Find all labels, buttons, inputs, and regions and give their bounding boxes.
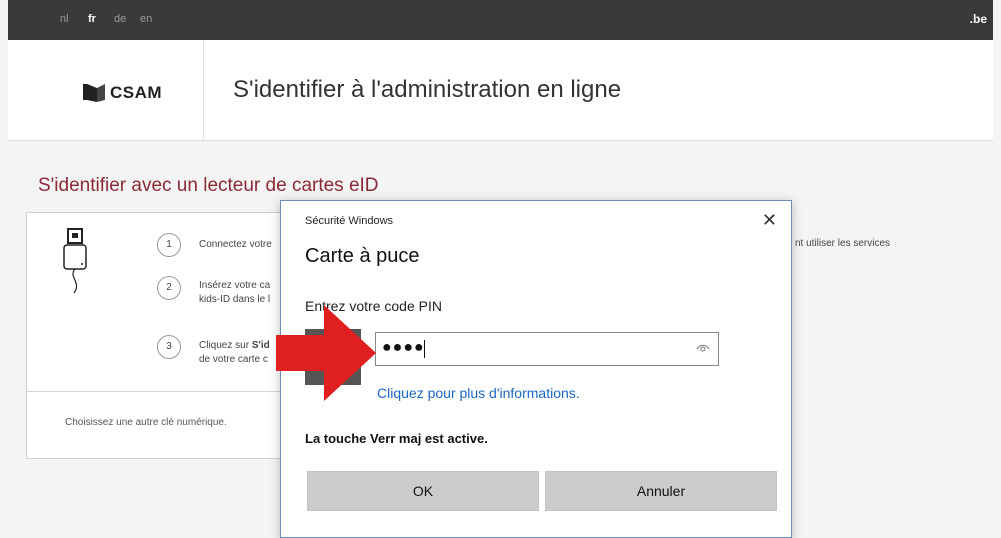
- page-header: CSAM S'identifier à l'administration en …: [8, 40, 993, 141]
- pin-input[interactable]: ●●●●: [375, 332, 719, 366]
- section-title: S'identifier avec un lecteur de cartes e…: [38, 175, 379, 196]
- dialog-caption: Sécurité Windows: [305, 215, 394, 227]
- card-divider: [27, 391, 312, 392]
- pin-masked-value: ●●●●: [382, 339, 425, 356]
- lang-fr[interactable]: fr: [88, 13, 96, 25]
- page-title: S'identifier à l'administration en ligne: [233, 76, 622, 103]
- step-3-text-line1: Cliquez sur S'id: [199, 339, 270, 353]
- lang-de[interactable]: de: [114, 13, 126, 25]
- card-reader-icon: [63, 228, 87, 294]
- step-2-text-line1: Insérez votre ca: [199, 280, 271, 291]
- cancel-button[interactable]: Annuler: [545, 471, 777, 511]
- logo-area[interactable]: CSAM: [8, 40, 204, 140]
- step-3-text-plain: Cliquez sur: [199, 340, 252, 351]
- dialog-title: Carte à puce: [305, 245, 420, 267]
- ok-button[interactable]: OK: [307, 471, 539, 511]
- eid-steps-card: 1 Connectez votre 2 Insérez votre ca kid…: [26, 212, 313, 459]
- more-info-link[interactable]: Cliquez pour plus d'informations.: [377, 385, 580, 401]
- text-caret: [424, 340, 425, 358]
- lang-nl[interactable]: nl: [60, 13, 69, 25]
- step-number-2: 2: [157, 276, 181, 300]
- caps-lock-warning: La touche Verr maj est active.: [305, 431, 488, 446]
- dialog-close-button[interactable]: ✕: [762, 211, 777, 229]
- red-arrow-annotation-icon: [276, 305, 376, 401]
- background-partial-text: nt utiliser les services: [795, 238, 891, 249]
- step-2-text-line2: kids-ID dans le l: [199, 294, 271, 305]
- other-key-link[interactable]: Choisissez une autre clé numérique.: [65, 417, 227, 428]
- step-number-3: 3: [157, 335, 181, 359]
- logo-text: CSAM: [110, 83, 163, 102]
- step-1-text: Connectez votre: [199, 239, 272, 250]
- lang-en[interactable]: en: [140, 13, 152, 25]
- step-number-1: 1: [157, 233, 181, 257]
- be-domain-badge[interactable]: .be: [970, 12, 987, 26]
- step-3-text-bold: S'id: [251, 340, 270, 351]
- step-3-text-line2: de votre carte c: [199, 354, 268, 365]
- reveal-password-eye-icon[interactable]: [696, 342, 710, 354]
- csam-logo-icon: [83, 84, 105, 102]
- top-language-bar: nl fr de en .be: [8, 0, 993, 40]
